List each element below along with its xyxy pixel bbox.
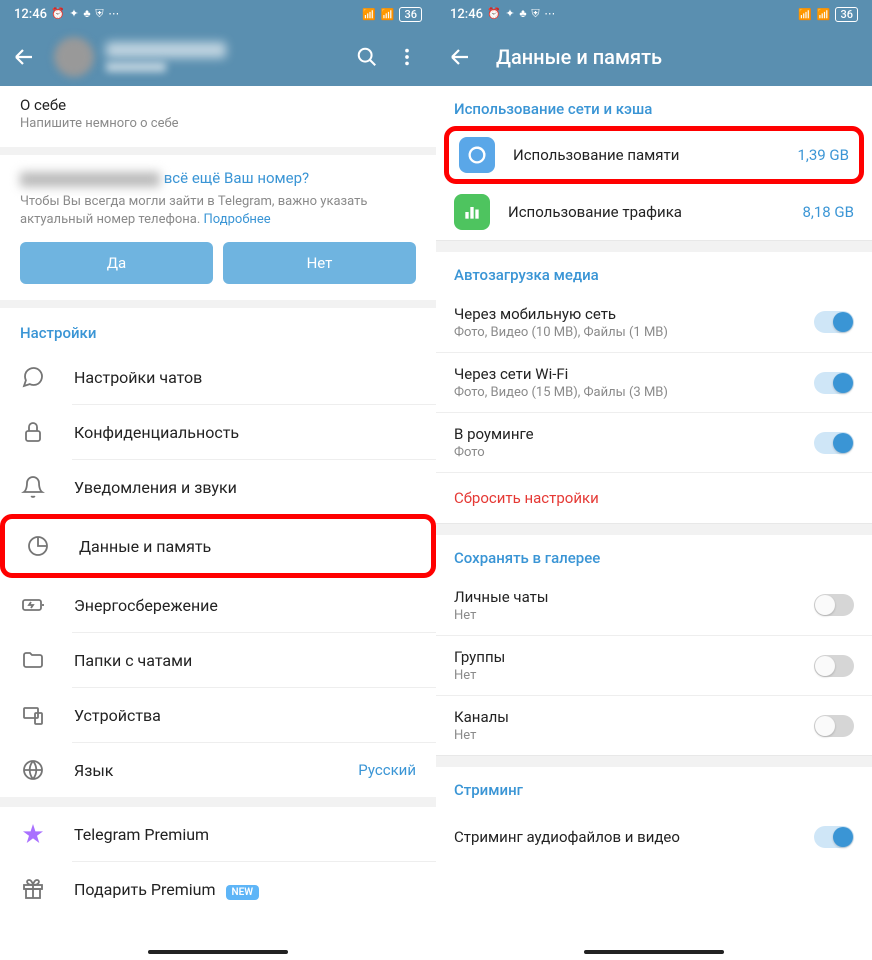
usage-section-title: Использование сети и кэша	[436, 86, 872, 126]
number-section: всё ещё Ваш номер? Чтобы Вы всегда могли…	[0, 155, 436, 308]
data-storage-row[interactable]: Данные и память	[0, 514, 436, 578]
about-title: О себе	[20, 96, 416, 114]
search-icon[interactable]	[356, 46, 378, 68]
gift-icon	[20, 876, 46, 902]
settings-screen-left: 12:46 ⏰ ✦ ♣ ⛨ ⋯ 📶 📶 36 О себе Напишите н…	[0, 0, 436, 960]
streaming-toggle-row[interactable]: Стриминг аудиофайлов и видео	[436, 807, 872, 867]
more-icon[interactable]	[396, 46, 418, 68]
storage-value: 1,39 GB	[797, 146, 849, 164]
channels-toggle[interactable]	[814, 715, 854, 737]
folders-row[interactable]: Папки с чатами	[0, 633, 436, 687]
notifications-row[interactable]: Уведомления и звуки	[0, 460, 436, 514]
wifi-toggle-row[interactable]: Через сети Wi-Fi Фото, Видео (15 МВ), Фа…	[436, 352, 872, 412]
globe-icon	[20, 757, 46, 783]
back-icon[interactable]	[12, 45, 36, 69]
number-question: всё ещё Ваш номер?	[20, 169, 416, 187]
gift-row[interactable]: Подарить Premium NEW	[0, 862, 436, 916]
channels-toggle-row[interactable]: Каналы Нет	[436, 695, 872, 755]
language-row[interactable]: Язык Русский	[0, 743, 436, 797]
chats-settings-row[interactable]: Настройки чатов	[0, 350, 436, 404]
pie-icon	[25, 533, 51, 559]
status-icons-left: ⏰ ✦ ♣ ⛨ ⋯	[51, 7, 120, 21]
mobile-toggle[interactable]	[814, 311, 854, 333]
nav-pill[interactable]	[148, 950, 288, 954]
streaming-section-title: Стриминг	[436, 767, 872, 807]
storage-usage-row[interactable]: Использование памяти 1,39 GB	[444, 126, 864, 184]
privacy-row[interactable]: Конфиденциальность	[0, 405, 436, 459]
power-row[interactable]: Энергосбережение	[0, 578, 436, 632]
header-title: Данные и память	[496, 45, 860, 69]
roaming-toggle[interactable]	[814, 432, 854, 454]
status-time: 12:46	[450, 7, 483, 22]
profile-header	[0, 28, 436, 86]
yes-button[interactable]: Да	[20, 242, 213, 284]
nav-pill[interactable]	[584, 950, 724, 954]
new-badge: NEW	[226, 885, 260, 900]
devices-row[interactable]: Устройства	[0, 688, 436, 742]
traffic-value: 8,18 GB	[802, 203, 854, 221]
data-header: Данные и память	[436, 28, 872, 86]
language-value: Русский	[358, 761, 416, 779]
status-icons-left: ⏰ ✦ ♣ ⛨ ⋯	[487, 7, 556, 21]
status-time: 12:46	[14, 7, 47, 22]
settings-section-title: Настройки	[0, 308, 436, 350]
status-battery: 36	[399, 7, 422, 22]
star-icon	[20, 821, 46, 847]
groups-toggle[interactable]	[814, 655, 854, 677]
lock-icon	[20, 419, 46, 445]
traffic-usage-row[interactable]: Использование трафика 8,18 GB	[436, 184, 872, 240]
traffic-icon	[454, 194, 490, 230]
about-sub: Напишите немного о себе	[20, 116, 416, 131]
bell-icon	[20, 474, 46, 500]
status-bar: 12:46 ⏰ ✦ ♣ ⛨ ⋯ 📶 📶 36	[436, 0, 872, 28]
private-toggle[interactable]	[814, 594, 854, 616]
more-link[interactable]: Подробнее	[204, 212, 271, 227]
data-storage-screen: 12:46 ⏰ ✦ ♣ ⛨ ⋯ 📶 📶 36 Данные и память И…	[436, 0, 872, 960]
about-section[interactable]: О себе Напишите немного о себе	[0, 86, 436, 155]
groups-toggle-row[interactable]: Группы Нет	[436, 635, 872, 695]
storage-icon	[459, 137, 495, 173]
devices-icon	[20, 702, 46, 728]
wifi-toggle[interactable]	[814, 372, 854, 394]
status-battery: 36	[835, 7, 858, 22]
no-button[interactable]: Нет	[223, 242, 416, 284]
private-toggle-row[interactable]: Личные чаты Нет	[436, 575, 872, 635]
streaming-toggle[interactable]	[814, 826, 854, 848]
back-icon[interactable]	[448, 45, 472, 69]
chat-icon	[20, 364, 46, 390]
roaming-toggle-row[interactable]: В роуминге Фото	[436, 412, 872, 472]
battery-icon	[20, 592, 46, 618]
avatar[interactable]	[54, 37, 94, 77]
content-left: О себе Напишите немного о себе всё ещё В…	[0, 86, 436, 960]
gallery-section-title: Сохранять в галерее	[436, 535, 872, 575]
content-right: Использование сети и кэша Использование …	[436, 86, 872, 960]
status-icons-right: 📶 📶	[798, 8, 831, 21]
profile-name-blurred	[106, 42, 356, 72]
mobile-toggle-row[interactable]: Через мобильную сеть Фото, Видео (10 МВ)…	[436, 292, 872, 352]
number-desc: Чтобы Вы всегда могли зайти в Telegram, …	[20, 193, 416, 228]
reset-button[interactable]: Сбросить настройки	[436, 472, 872, 523]
premium-row[interactable]: Telegram Premium	[0, 807, 436, 861]
status-icons-right: 📶 📶	[362, 8, 395, 21]
folder-icon	[20, 647, 46, 673]
status-bar: 12:46 ⏰ ✦ ♣ ⛨ ⋯ 📶 📶 36	[0, 0, 436, 28]
autoload-section-title: Автозагрузка медиа	[436, 252, 872, 292]
